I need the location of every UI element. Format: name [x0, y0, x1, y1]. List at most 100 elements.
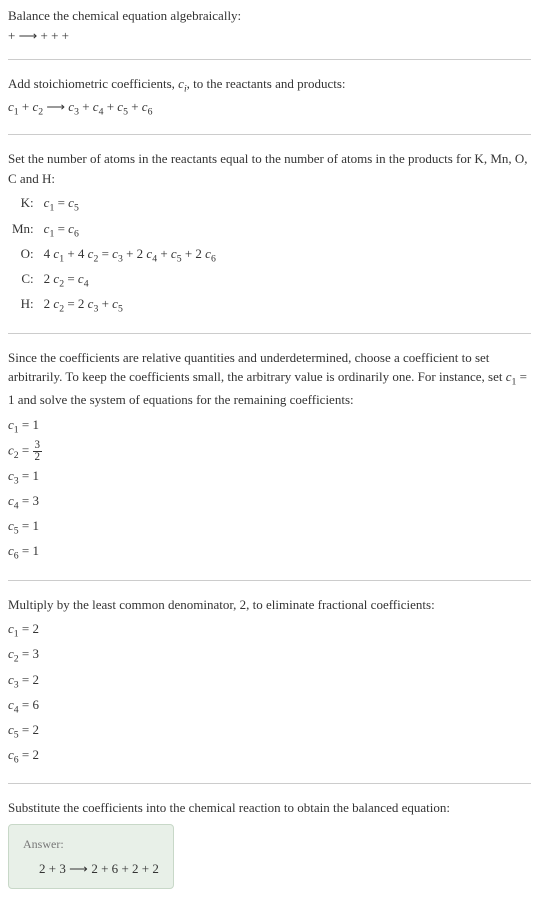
t: 2: [91, 861, 101, 876]
t: + 2: [142, 861, 159, 876]
table-row: K: c1 = c5: [8, 192, 220, 217]
coeff-row: c4 = 3: [8, 490, 531, 515]
t: +: [157, 246, 171, 261]
table-row: C: 2 c2 = c4: [8, 268, 220, 293]
coeff-row: c5 = 1: [8, 515, 531, 540]
stoich-text: Add stoichiometric coefficients, ci, to …: [8, 74, 531, 97]
section-answer: Substitute the coefficients into the che…: [8, 798, 531, 889]
val: = 1: [19, 468, 39, 483]
section-solve2: Multiply by the least common denominator…: [8, 595, 531, 770]
answer-label: Answer:: [23, 835, 159, 853]
table-row: O: 4 c1 + 4 c2 = c3 + 2 c4 + c5 + 2 c6: [8, 243, 220, 268]
fraction: 32: [33, 440, 43, 463]
txt: Add stoichiometric coefficients,: [8, 76, 178, 91]
section-stoich: Add stoichiometric coefficients, ci, to …: [8, 74, 531, 120]
sub: 5: [74, 203, 79, 214]
t: + 2: [182, 246, 206, 261]
t: + 6: [101, 861, 121, 876]
solve2-intro: Multiply by the least common denominator…: [8, 595, 531, 615]
coeff-list: c1 = 2 c2 = 3 c3 = 2 c4 = 6 c5 = 2 c6 = …: [8, 618, 531, 769]
solve1-intro: Since the coefficients are relative quan…: [8, 348, 531, 410]
answer-equation: 2 + 3 ⟶ 2 + 6 + 2 + 2: [23, 859, 159, 879]
products-blank: + + +: [37, 28, 69, 43]
val: = 1: [19, 518, 39, 533]
t: + 2: [123, 246, 147, 261]
coeff-row: c5 = 2: [8, 719, 531, 744]
t: 4: [44, 246, 54, 261]
coeff-row: c4 = 6: [8, 694, 531, 719]
equation: 4 c1 + 4 c2 = c3 + 2 c4 + c5 + 2 c6: [40, 243, 220, 268]
reactants-blank: +: [8, 28, 19, 43]
val: = 1: [19, 417, 39, 432]
denominator: 2: [33, 452, 43, 463]
atoms-table: K: c1 = c5 Mn: c1 = c6 O: 4 c1 + 4 c2 = …: [8, 192, 220, 318]
answer-box: Answer: 2 + 3 ⟶ 2 + 6 + 2 + 2: [8, 824, 174, 890]
table-row: Mn: c1 = c6: [8, 218, 220, 243]
arrow: ⟶: [69, 861, 91, 876]
plus: +: [103, 99, 117, 114]
section-atoms: Set the number of atoms in the reactants…: [8, 149, 531, 318]
sub: 5: [118, 304, 123, 315]
val: = 3: [19, 493, 39, 508]
coeff-row: c2 = 3: [8, 643, 531, 668]
element-label: Mn:: [8, 218, 40, 243]
eq: =: [19, 443, 33, 458]
equation: c1 = c5: [40, 192, 220, 217]
coeff-row: c1 = 1: [8, 414, 531, 439]
coeff-row: c1 = 2: [8, 618, 531, 643]
arrow: ⟶: [46, 99, 65, 114]
divider: [8, 580, 531, 581]
t: =: [64, 271, 78, 286]
divider: [8, 134, 531, 135]
eq: =: [54, 221, 68, 236]
t: + 4: [64, 246, 88, 261]
plus: +: [79, 99, 93, 114]
val: = 2: [19, 722, 39, 737]
plus: +: [128, 99, 142, 114]
txt: , to the reactants and products:: [187, 76, 346, 91]
val: = 2: [19, 672, 39, 687]
t: +: [98, 296, 112, 311]
divider: [8, 333, 531, 334]
coeff-list: c1 = 1 c2 = 32 c3 = 1 c4 = 3 c5 = 1 c6 =…: [8, 414, 531, 566]
t: 2: [44, 271, 54, 286]
section-intro: Balance the chemical equation algebraica…: [8, 6, 531, 45]
intro-line1: Balance the chemical equation algebraica…: [8, 6, 531, 26]
arrow: ⟶: [19, 28, 38, 43]
element-label: K:: [8, 192, 40, 217]
answer-intro: Substitute the coefficients into the che…: [8, 798, 531, 818]
t: + 2: [121, 861, 141, 876]
element-label: O:: [8, 243, 40, 268]
section-solve1: Since the coefficients are relative quan…: [8, 348, 531, 566]
coeff-row: c3 = 2: [8, 669, 531, 694]
equation: 2 c2 = c4: [40, 268, 220, 293]
intro-line2: + ⟶ + + +: [8, 26, 531, 46]
divider: [8, 59, 531, 60]
t: 2: [39, 861, 49, 876]
element-label: H:: [8, 293, 40, 318]
txt: Since the coefficients are relative quan…: [8, 350, 506, 385]
t: = 2: [64, 296, 88, 311]
t: =: [98, 246, 112, 261]
coeff-row: c3 = 1: [8, 465, 531, 490]
t: 2: [44, 296, 54, 311]
coeff-row: c6 = 1: [8, 540, 531, 565]
sub: 6: [148, 107, 153, 118]
eq: =: [54, 195, 68, 210]
divider: [8, 783, 531, 784]
val: = 2: [19, 747, 39, 762]
coeff-row: c2 = 32: [8, 439, 531, 465]
sub: 6: [211, 253, 216, 264]
equation: 2 c2 = 2 c3 + c5: [40, 293, 220, 318]
val: = 1: [19, 543, 39, 558]
val: = 3: [19, 646, 39, 661]
val: = 6: [19, 697, 39, 712]
val: = 2: [19, 621, 39, 636]
sub: 6: [74, 228, 79, 239]
element-label: C:: [8, 268, 40, 293]
stoich-equation: c1 + c2 ⟶ c3 + c4 + c5 + c6: [8, 97, 531, 120]
atoms-intro: Set the number of atoms in the reactants…: [8, 149, 531, 188]
plus: +: [19, 99, 33, 114]
t: + 3: [49, 861, 69, 876]
table-row: H: 2 c2 = 2 c3 + c5: [8, 293, 220, 318]
